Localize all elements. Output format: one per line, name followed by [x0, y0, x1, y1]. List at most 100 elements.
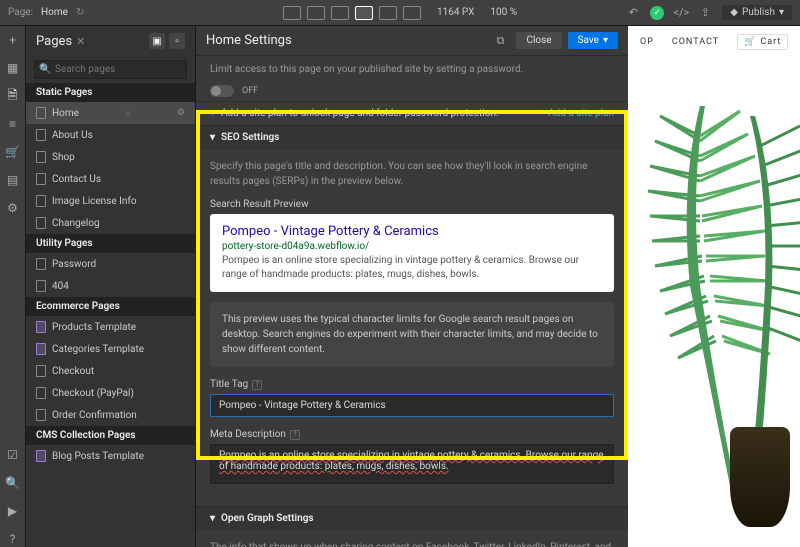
gear-icon[interactable]: ⚙	[177, 108, 185, 118]
page-item-404[interactable]: 404	[26, 275, 195, 297]
page-icon	[36, 173, 46, 185]
add-site-plan-link[interactable]: Add a site plan	[548, 108, 614, 119]
title-tag-label: Title Tag?	[210, 379, 614, 390]
undo-icon[interactable]: ↶	[626, 6, 640, 20]
page-icon	[36, 195, 46, 207]
og-settings-header[interactable]: ▾ Open Graph Settings	[196, 507, 628, 530]
design-canvas[interactable]: OP CONTACT 🛒 Cart	[628, 26, 800, 547]
page-label: Blog Posts Template	[52, 451, 144, 462]
publish-label: Publish	[742, 7, 775, 18]
code-icon[interactable]: </>	[674, 6, 688, 20]
page-item-checkout[interactable]: Checkout	[26, 360, 195, 382]
close-button[interactable]: Close	[516, 32, 561, 49]
pages-search-input[interactable]	[34, 60, 187, 79]
publish-button[interactable]: ◆ Publish ▾	[722, 5, 792, 20]
export-icon[interactable]: ⇪	[698, 6, 712, 20]
section-cms-pages: CMS Collection Pages	[26, 426, 195, 445]
video-icon[interactable]: ▶	[5, 503, 21, 519]
device-switcher: 1164 PX 100 %	[283, 6, 517, 20]
home-icon: ⌂	[125, 108, 130, 119]
serp-desc: Pompeo is an online store specializing i…	[222, 254, 602, 282]
device-desktop-icon[interactable]	[283, 6, 301, 20]
og-description: The info that shows up when sharing cont…	[210, 540, 614, 547]
audit-icon[interactable]: ☑	[5, 447, 21, 463]
new-folder-icon[interactable]: ▣	[149, 33, 165, 49]
page-item-order-confirmation[interactable]: Order Confirmation	[26, 404, 195, 426]
search-icon: 🔍	[39, 64, 51, 75]
site-nav: OP CONTACT 🛒 Cart	[628, 26, 800, 58]
page-label: About Us	[52, 130, 93, 141]
meta-desc-label: Meta Description?	[210, 429, 614, 440]
page-label: Categories Template	[52, 344, 144, 355]
password-toggle[interactable]	[210, 85, 234, 97]
page-item-shop[interactable]: Shop	[26, 146, 195, 168]
page-item-blog-template[interactable]: Blog Posts Template	[26, 445, 195, 467]
new-page-icon[interactable]: ▫	[169, 33, 185, 49]
copy-icon[interactable]: ⧉	[496, 34, 510, 48]
page-label: Home	[52, 108, 79, 119]
box-icon[interactable]: ▦	[5, 60, 21, 76]
assets-icon[interactable]: ▤	[5, 172, 21, 188]
chevron-down-icon: ▾	[210, 132, 215, 143]
zoom-level: 100 %	[490, 7, 517, 18]
close-icon[interactable]: ✕	[76, 35, 85, 48]
device-laptop-icon[interactable]	[307, 6, 325, 20]
device-tablet-portrait-icon[interactable]	[355, 6, 373, 20]
page-label: Password	[52, 259, 96, 270]
help-icon[interactable]: ?	[252, 380, 262, 390]
cart-label: Cart	[760, 37, 781, 47]
help-icon[interactable]: ?	[290, 430, 300, 440]
device-mobile-landscape-icon[interactable]	[379, 6, 397, 20]
pages-panel: Pages ✕ ▣ ▫ 🔍 Static Pages Home⌂⚙ About …	[26, 26, 196, 547]
serp-info-box: This preview uses the typical character …	[210, 302, 614, 367]
pages-icon[interactable]: 🗎	[5, 88, 21, 104]
add-icon[interactable]: +	[5, 32, 21, 48]
search-icon[interactable]: 🔍	[5, 475, 21, 491]
page-item-home[interactable]: Home ⌂ ⚙	[26, 102, 195, 124]
page-label: Image License Info	[52, 196, 137, 207]
refresh-icon[interactable]: ↻	[76, 7, 84, 18]
settings-gear-icon[interactable]: ⚙	[5, 200, 21, 216]
page-icon	[36, 409, 46, 421]
toggle-label: OFF	[242, 86, 258, 96]
settings-panel-header: Home Settings ⧉ Close Save▾	[196, 26, 628, 56]
status-ok-icon[interactable]: ✓	[650, 6, 664, 20]
nav-link[interactable]: CONTACT	[672, 37, 719, 47]
nav-link[interactable]: OP	[640, 37, 654, 47]
page-icon	[36, 387, 46, 399]
chevron-down-icon: ▾	[779, 7, 784, 18]
page-item-checkout-paypal[interactable]: Checkout (PayPal)	[26, 382, 195, 404]
arrow-up-icon: ↑	[210, 108, 215, 119]
page-item-categories-template[interactable]: Categories Template	[26, 338, 195, 360]
page-icon	[36, 129, 46, 141]
page-label: Products Template	[52, 322, 136, 333]
title-tag-input[interactable]	[210, 394, 614, 417]
page-item-products-template[interactable]: Products Template	[26, 316, 195, 338]
template-icon	[36, 343, 46, 355]
password-desc-truncated: Limit access to this page on your publis…	[196, 64, 628, 81]
page-icon	[36, 107, 46, 119]
page-item-about[interactable]: About Us	[26, 124, 195, 146]
page-icon	[36, 151, 46, 163]
page-item-password[interactable]: Password	[26, 253, 195, 275]
help-icon[interactable]: ?	[5, 531, 21, 547]
cart-button[interactable]: 🛒 Cart	[737, 34, 788, 50]
section-ecommerce-pages: Ecommerce Pages	[26, 297, 195, 316]
meta-desc-textarea[interactable]: Pompeo is an online store specializing i…	[210, 444, 614, 484]
ecommerce-icon[interactable]: 🛒	[5, 144, 21, 160]
page-item-contact[interactable]: Contact Us	[26, 168, 195, 190]
page-settings-panel: Home Settings ⧉ Close Save▾ Limit access…	[196, 26, 628, 547]
seo-settings-header[interactable]: ▾ SEO Settings	[196, 126, 628, 149]
settings-title: Home Settings	[206, 33, 292, 48]
page-item-license[interactable]: Image License Info	[26, 190, 195, 212]
page-label: Page:	[8, 7, 33, 18]
serp-title: Pompeo - Vintage Pottery & Ceramics	[222, 224, 602, 239]
device-mobile-icon[interactable]	[403, 6, 421, 20]
section-static-pages: Static Pages	[26, 83, 195, 102]
page-breadcrumb[interactable]: Page: Home ↻	[8, 7, 84, 18]
page-item-changelog[interactable]: Changelog	[26, 212, 195, 234]
serp-url: pottery-store-d04a9a.webflow.io/	[222, 241, 602, 252]
device-tablet-icon[interactable]	[331, 6, 349, 20]
cms-icon[interactable]: ≡	[5, 116, 21, 132]
save-button[interactable]: Save▾	[568, 32, 618, 49]
